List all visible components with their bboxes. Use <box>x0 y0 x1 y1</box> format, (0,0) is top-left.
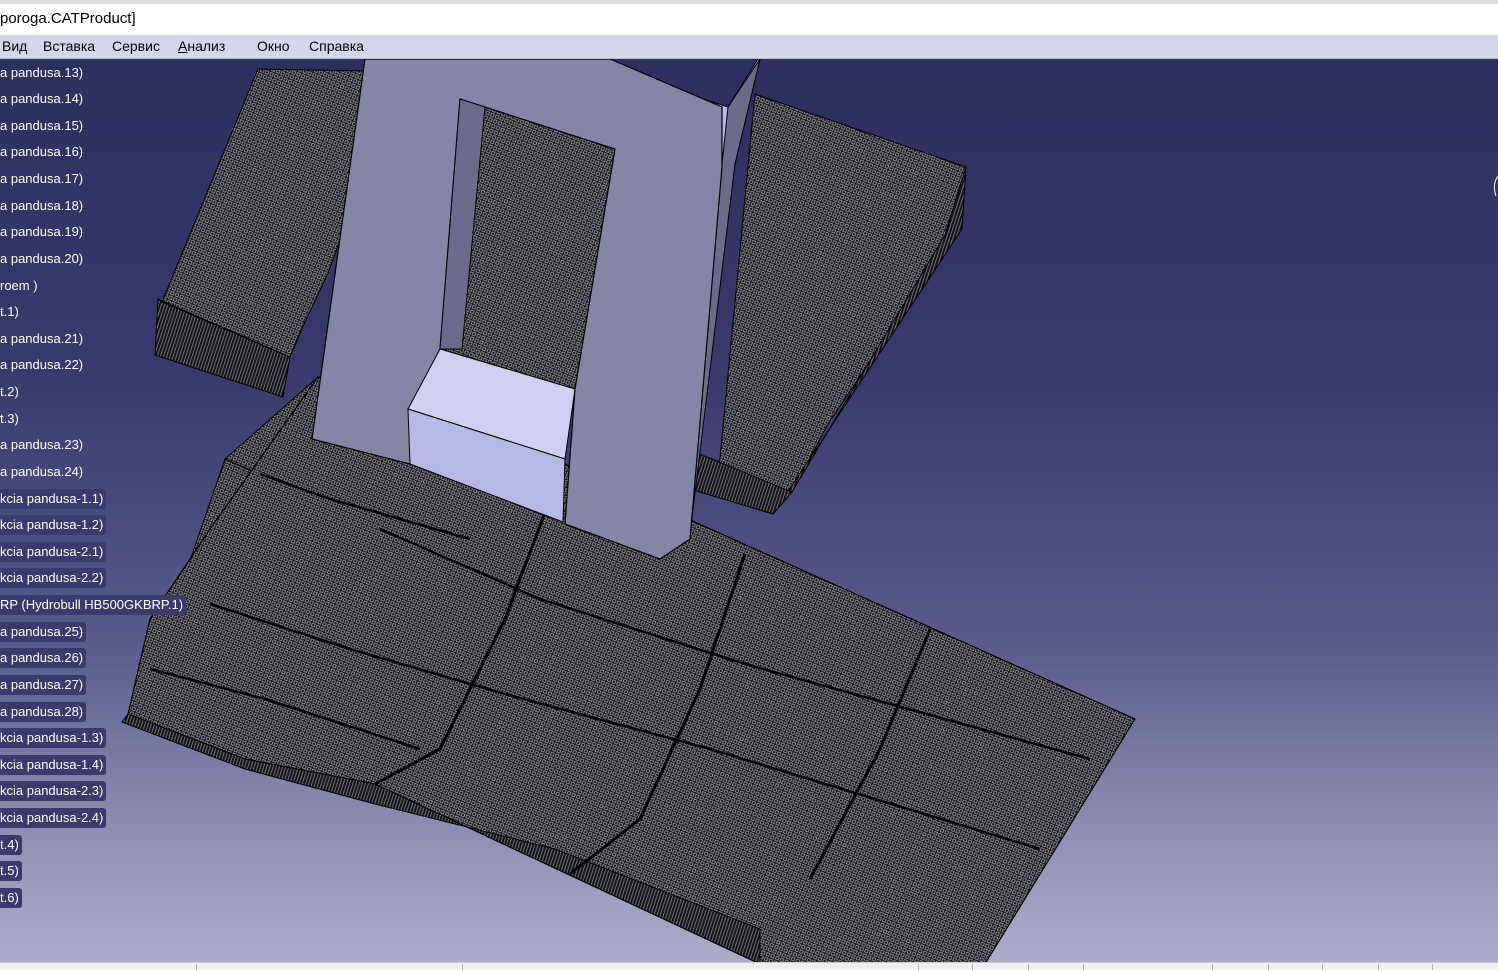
status-divider <box>1028 964 1029 970</box>
status-divider <box>1378 964 1379 970</box>
tree-item[interactable]: a pandusa.20) <box>0 249 86 269</box>
menu-help[interactable]: Справка <box>309 38 364 54</box>
tree-item[interactable]: kcia pandusa-2.2) <box>0 568 107 588</box>
compass-icon[interactable] <box>1492 174 1498 198</box>
status-divider <box>1083 964 1084 970</box>
menu-window[interactable]: Окно <box>257 38 290 54</box>
tree-item[interactable]: a pandusa.14) <box>0 89 86 109</box>
menu-analysis-accel: А <box>178 38 188 54</box>
tree-item[interactable]: a pandusa.17) <box>0 169 86 189</box>
status-divider <box>918 964 919 970</box>
menu-view[interactable]: Вид <box>2 38 27 54</box>
3d-viewport[interactable]: a pandusa.13) a pandusa.14) a pandusa.15) a… <box>0 59 1498 964</box>
status-divider <box>462 964 463 970</box>
3d-model <box>121 59 1136 964</box>
tree-item[interactable]: a pandusa.25) <box>0 622 87 642</box>
tree-item[interactable]: t.4) <box>0 835 22 855</box>
tree-item[interactable]: t.5) <box>0 861 22 881</box>
window-title: poroga.CATProduct] <box>0 10 136 27</box>
tree-item[interactable]: a pandusa.22) <box>0 355 86 375</box>
tree-item[interactable]: roem ) <box>0 276 41 296</box>
tree-item[interactable]: a pandusa.28) <box>0 702 87 722</box>
tree-item[interactable]: a pandusa.26) <box>0 648 87 668</box>
status-divider <box>1432 964 1433 970</box>
status-divider <box>1268 964 1269 970</box>
tree-item[interactable]: kcia pandusa-1.1) <box>0 489 107 509</box>
tree-item[interactable]: a pandusa.27) <box>0 675 87 695</box>
status-bar <box>0 962 1498 970</box>
tree-item[interactable]: kcia pandusa-2.4) <box>0 808 107 828</box>
tree-item[interactable]: a pandusa.18) <box>0 196 86 216</box>
tree-item[interactable]: a pandusa.24) <box>0 462 86 482</box>
tree-item[interactable]: a pandusa.21) <box>0 329 86 349</box>
tree-item[interactable]: kcia pandusa-1.2) <box>0 515 107 535</box>
menu-analysis-rest: нализ <box>187 38 226 54</box>
menu-analysis[interactable]: Анализ <box>178 38 225 54</box>
tree-item[interactable]: kcia pandusa-2.1) <box>0 542 107 562</box>
tree-item[interactable]: a pandusa.15) <box>0 116 86 136</box>
tree-item[interactable]: RP (Hydrobull HB500GKBRP.1) <box>0 595 187 615</box>
menu-tools[interactable]: Сервис <box>112 38 160 54</box>
menu-insert[interactable]: Вставка <box>43 38 95 54</box>
tree-item[interactable]: a pandusa.23) <box>0 435 86 455</box>
tree-item[interactable]: kcia pandusa-2.3) <box>0 781 107 801</box>
tree-item[interactable]: a pandusa.16) <box>0 142 86 162</box>
status-divider <box>1322 964 1323 970</box>
tree-item[interactable]: a pandusa.19) <box>0 222 86 242</box>
title-bar: poroga.CATProduct] <box>0 0 1498 35</box>
tree-item[interactable]: t.2) <box>0 382 22 402</box>
tree-item[interactable]: kcia pandusa-1.3) <box>0 728 107 748</box>
status-divider <box>972 964 973 970</box>
tree-item[interactable]: t.1) <box>0 302 22 322</box>
tree-item[interactable]: t.3) <box>0 409 22 429</box>
menu-bar: Вид Вставка Сервис Анализ Окно Справка <box>0 35 1498 59</box>
tree-item[interactable]: a pandusa.13) <box>0 63 86 83</box>
tree-item[interactable]: t.6) <box>0 888 22 908</box>
status-divider <box>1212 964 1213 970</box>
status-divider <box>196 964 197 970</box>
tree-item[interactable]: kcia pandusa-1.4) <box>0 755 107 775</box>
